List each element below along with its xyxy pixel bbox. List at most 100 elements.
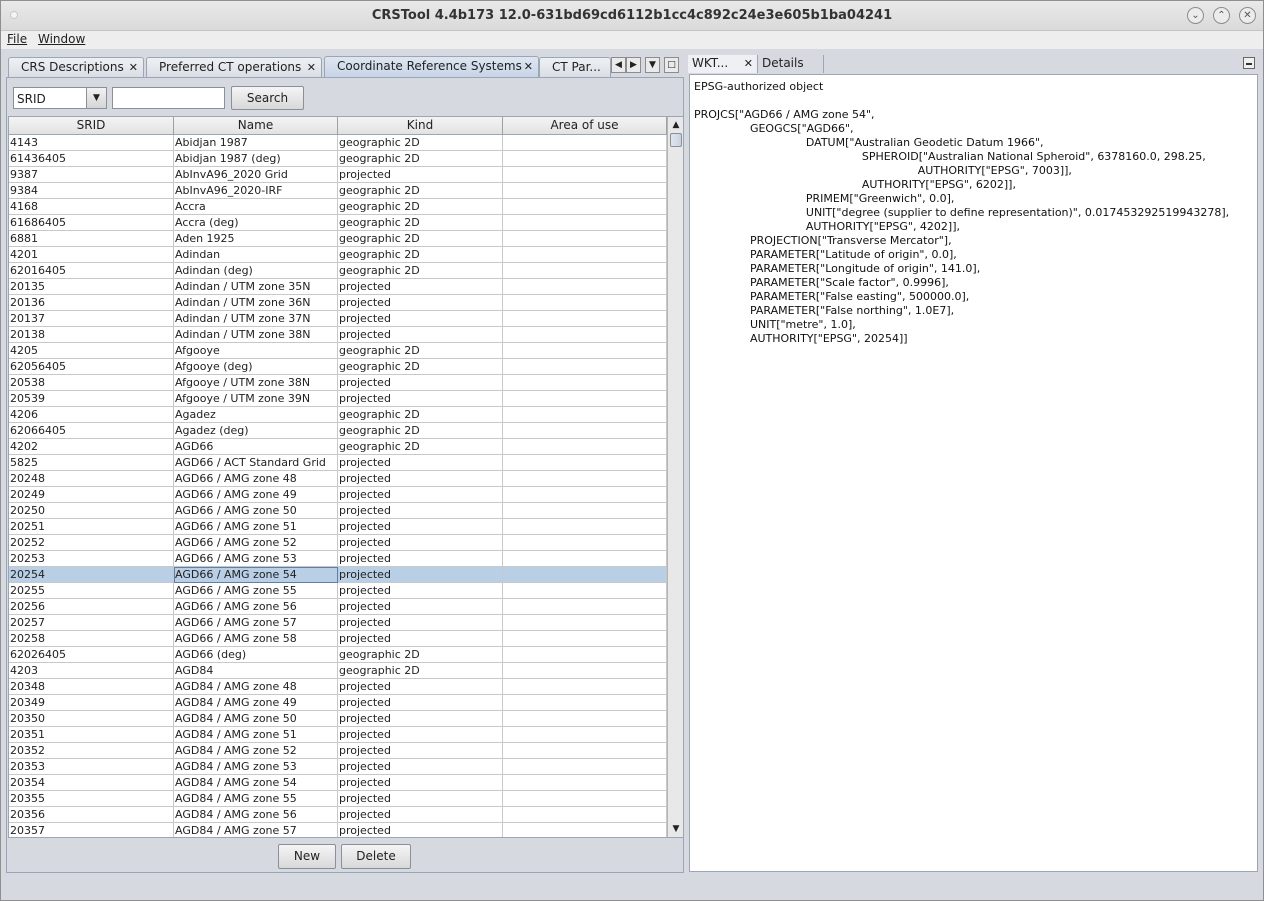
table-row[interactable]: 20353 AGD84 / AMG zone 53 projected (9, 759, 667, 775)
cell-area[interactable] (503, 343, 667, 359)
table-row[interactable]: 4203 AGD84 geographic 2D (9, 663, 667, 679)
cell-area[interactable] (503, 711, 667, 727)
cell-area[interactable] (503, 631, 667, 647)
cell-area[interactable] (503, 423, 667, 439)
cell-kind[interactable]: projected (338, 311, 503, 327)
cell-srid[interactable]: 20256 (9, 599, 174, 615)
cell-name[interactable]: AGD84 / AMG zone 56 (174, 807, 338, 823)
cell-kind[interactable]: projected (338, 743, 503, 759)
cell-srid[interactable]: 20250 (9, 503, 174, 519)
cell-srid[interactable]: 5825 (9, 455, 174, 471)
column-header-name[interactable]: Name (174, 117, 338, 135)
cell-area[interactable] (503, 679, 667, 695)
table-row[interactable]: 6881 Aden 1925 geographic 2D (9, 231, 667, 247)
table-row[interactable]: 20251 AGD66 / AMG zone 51 projected (9, 519, 667, 535)
cell-area[interactable] (503, 535, 667, 551)
cell-name[interactable]: AbInvA96_2020 Grid (174, 167, 338, 183)
cell-name[interactable]: Accra (174, 199, 338, 215)
cell-area[interactable] (503, 279, 667, 295)
cell-kind[interactable]: projected (338, 807, 503, 823)
cell-name[interactable]: AGD66 / AMG zone 48 (174, 471, 338, 487)
cell-area[interactable] (503, 247, 667, 263)
cell-kind[interactable]: projected (338, 727, 503, 743)
cell-srid[interactable]: 20254 (9, 567, 174, 583)
cell-kind[interactable]: geographic 2D (338, 407, 503, 423)
cell-name[interactable]: AGD84 (174, 663, 338, 679)
cell-kind[interactable]: projected (338, 279, 503, 295)
cell-name[interactable]: AGD84 / AMG zone 57 (174, 823, 338, 837)
cell-area[interactable] (503, 743, 667, 759)
cell-srid[interactable]: 20258 (9, 631, 174, 647)
cell-name[interactable]: Afgooye / UTM zone 39N (174, 391, 338, 407)
table-row[interactable]: 20250 AGD66 / AMG zone 50 projected (9, 503, 667, 519)
cell-name[interactable]: AGD66 / AMG zone 56 (174, 599, 338, 615)
cell-srid[interactable]: 61436405 (9, 151, 174, 167)
table-row[interactable]: 20355 AGD84 / AMG zone 55 projected (9, 791, 667, 807)
cell-area[interactable] (503, 519, 667, 535)
cell-area[interactable] (503, 759, 667, 775)
cell-kind[interactable]: projected (338, 631, 503, 647)
cell-kind[interactable]: projected (338, 599, 503, 615)
cell-area[interactable] (503, 567, 667, 583)
cell-kind[interactable]: projected (338, 487, 503, 503)
table-row[interactable]: 20539 Afgooye / UTM zone 39N projected (9, 391, 667, 407)
wkt-text-area[interactable]: EPSG-authorized object PROJCS["AGD66 / AM… (689, 74, 1258, 872)
table-row[interactable]: 9384 AbInvA96_2020-IRF geographic 2D (9, 183, 667, 199)
table-row[interactable]: 20138 Adindan / UTM zone 38N projected (9, 327, 667, 343)
cell-srid[interactable]: 9384 (9, 183, 174, 199)
table-row[interactable]: 20249 AGD66 / AMG zone 49 projected (9, 487, 667, 503)
table-row[interactable]: 20348 AGD84 / AMG zone 48 projected (9, 679, 667, 695)
minimize-icon[interactable]: ⌄ (1187, 7, 1204, 24)
close-icon[interactable]: ✕ (1239, 7, 1256, 24)
table-row[interactable]: 4143 Abidjan 1987 geographic 2D (9, 135, 667, 151)
cell-kind[interactable]: geographic 2D (338, 343, 503, 359)
cell-kind[interactable]: projected (338, 471, 503, 487)
search-input[interactable] (112, 87, 225, 109)
cell-srid[interactable]: 20348 (9, 679, 174, 695)
cell-area[interactable] (503, 439, 667, 455)
cell-name[interactable]: AGD66 / AMG zone 58 (174, 631, 338, 647)
cell-srid[interactable]: 20352 (9, 743, 174, 759)
cell-name[interactable]: AGD66 (174, 439, 338, 455)
cell-kind[interactable]: geographic 2D (338, 135, 503, 151)
cell-area[interactable] (503, 823, 667, 837)
cell-name[interactable]: AGD66 / AMG zone 53 (174, 551, 338, 567)
cell-name[interactable]: Afgooye (174, 343, 338, 359)
cell-name[interactable]: AGD84 / AMG zone 48 (174, 679, 338, 695)
table-row[interactable]: 20352 AGD84 / AMG zone 52 projected (9, 743, 667, 759)
cell-name[interactable]: AGD84 / AMG zone 55 (174, 791, 338, 807)
table-row[interactable]: 9387 AbInvA96_2020 Grid projected (9, 167, 667, 183)
column-header-srid[interactable]: SRID (9, 117, 174, 135)
cell-srid[interactable]: 4143 (9, 135, 174, 151)
cell-srid[interactable]: 4206 (9, 407, 174, 423)
cell-kind[interactable]: geographic 2D (338, 663, 503, 679)
cell-name[interactable]: Agadez (deg) (174, 423, 338, 439)
cell-srid[interactable]: 4201 (9, 247, 174, 263)
menu-file[interactable]: File (7, 32, 27, 46)
cell-srid[interactable]: 20253 (9, 551, 174, 567)
table-row[interactable]: 20257 AGD66 / AMG zone 57 projected (9, 615, 667, 631)
cell-area[interactable] (503, 327, 667, 343)
cell-area[interactable] (503, 503, 667, 519)
table-row[interactable]: 20357 AGD84 / AMG zone 57 projected (9, 823, 667, 837)
cell-kind[interactable]: projected (338, 583, 503, 599)
table-row[interactable]: 20254 AGD66 / AMG zone 54 projected (9, 567, 667, 583)
cell-kind[interactable]: projected (338, 567, 503, 583)
table-row[interactable]: 20349 AGD84 / AMG zone 49 projected (9, 695, 667, 711)
table-row[interactable]: 20248 AGD66 / AMG zone 48 projected (9, 471, 667, 487)
table-row[interactable]: 4202 AGD66 geographic 2D (9, 439, 667, 455)
cell-srid[interactable]: 20350 (9, 711, 174, 727)
cell-name[interactable]: Afgooye (deg) (174, 359, 338, 375)
tab-wkt[interactable]: WKT... ✕ (688, 55, 758, 73)
cell-name[interactable]: Abidjan 1987 (174, 135, 338, 151)
maximize-icon[interactable]: ⌃ (1213, 7, 1230, 24)
table-row[interactable]: 20538 Afgooye / UTM zone 38N projected (9, 375, 667, 391)
cell-area[interactable] (503, 183, 667, 199)
cell-srid[interactable]: 62026405 (9, 647, 174, 663)
cell-kind[interactable]: projected (338, 551, 503, 567)
table-row[interactable]: 20252 AGD66 / AMG zone 52 projected (9, 535, 667, 551)
vertical-scrollbar[interactable]: ▲ ▼ (667, 117, 683, 837)
cell-area[interactable] (503, 663, 667, 679)
cell-name[interactable]: Afgooye / UTM zone 38N (174, 375, 338, 391)
cell-srid[interactable]: 20138 (9, 327, 174, 343)
